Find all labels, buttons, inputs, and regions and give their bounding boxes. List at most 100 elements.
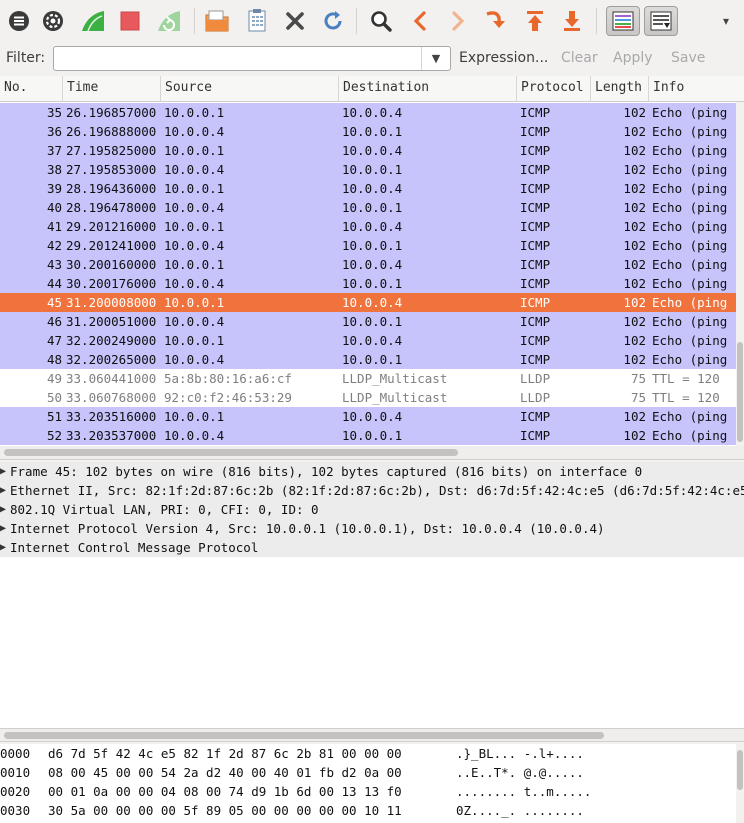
expander-icon[interactable]: ▶ (0, 538, 6, 557)
column-header-time[interactable]: Time (63, 76, 161, 101)
go-to-packet-button[interactable] (481, 6, 511, 36)
table-row[interactable]: 43 30.200160000 10.0.0.1 10.0.0.4 ICMP 102 Ech… (0, 255, 736, 274)
filter-toolbar: Filter: ▼ Expression... Clear Apply Save (0, 42, 744, 74)
cell-source: 10.0.0.4 (164, 200, 225, 215)
packet-bytes-pane[interactable]: 0000 d6 7d 5f 42 4c e5 82 1f 2d 87 6c 2b … (0, 744, 736, 823)
column-header-info[interactable]: Info (649, 76, 744, 101)
table-row-selected[interactable]: 45 31.200008000 10.0.0.1 10.0.0.4 ICMP 102 Ech… (0, 293, 736, 312)
scrollbar-thumb[interactable] (4, 732, 604, 739)
cell-time: 29.201241000 (66, 238, 157, 253)
table-row[interactable]: 40 28.196478000 10.0.0.4 10.0.0.1 ICMP 102 Ech… (0, 198, 736, 217)
expander-icon[interactable]: ▶ (0, 500, 6, 519)
cell-protocol: ICMP (520, 333, 551, 348)
cell-destination: 10.0.0.4 (342, 181, 403, 196)
table-row[interactable]: 41 29.201216000 10.0.0.1 10.0.0.4 ICMP 102 Ech… (0, 217, 736, 236)
table-row[interactable]: 44 30.200176000 10.0.0.4 10.0.0.1 ICMP 102 Ech… (0, 274, 736, 293)
autoscroll-button[interactable] (644, 6, 678, 36)
restart-capture-button[interactable] (154, 6, 184, 36)
autoscroll-icon (650, 11, 672, 31)
scrollbar-thumb[interactable] (737, 342, 743, 442)
hex-bytes: d6 7d 5f 42 4c e5 82 1f 2d 87 6c 2b 81 0… (48, 746, 402, 761)
scrollbar-thumb[interactable] (737, 750, 743, 790)
cell-length: 102 (623, 314, 646, 329)
expander-icon[interactable]: ▶ (0, 519, 6, 538)
capture-options-button[interactable] (38, 6, 68, 36)
clear-button[interactable]: Clear (561, 50, 598, 66)
details-tree-item[interactable]: ▶ 802.1Q Virtual LAN, PRI: 0, CFI: 0, ID:… (0, 500, 744, 519)
table-row[interactable]: 50 33.060768000 92:c0:f2:46:53:29 LLDP_Mult… (0, 388, 736, 407)
column-header-destination[interactable]: Destination (339, 76, 517, 101)
cell-destination: 10.0.0.1 (342, 276, 403, 291)
table-row[interactable]: 49 33.060441000 5a:8b:80:16:a6:cf LLDP_Mult… (0, 369, 736, 388)
column-header-source[interactable]: Source (161, 76, 339, 101)
apply-button[interactable]: Apply (613, 50, 653, 66)
expression-button[interactable]: Expression... (459, 50, 548, 66)
filter-dropdown-button[interactable]: ▼ (421, 47, 450, 70)
cell-protocol: ICMP (520, 352, 551, 367)
cell-info: Echo (ping (652, 162, 728, 177)
chevron-down-icon: ▼ (431, 52, 441, 65)
save-filter-button[interactable]: Save (671, 50, 705, 66)
table-row[interactable]: 52 33.203537000 10.0.0.4 10.0.0.1 ICMP 102 Ech… (0, 426, 736, 445)
cell-time: 33.203537000 (66, 428, 157, 443)
cell-time: 32.200249000 (66, 333, 157, 348)
table-row[interactable]: 51 33.203516000 10.0.0.1 10.0.0.4 ICMP 102 Ech… (0, 407, 736, 426)
cell-time: 26.196888000 (66, 124, 157, 139)
expander-icon[interactable]: ▶ (0, 481, 6, 500)
details-horizontal-scrollbar[interactable] (0, 728, 744, 742)
open-file-button[interactable] (202, 6, 232, 36)
table-row[interactable]: 42 29.201241000 10.0.0.4 10.0.0.1 ICMP 102 Ech… (0, 236, 736, 255)
cell-no: 39 (46, 181, 62, 196)
packet-list-horizontal-scrollbar[interactable] (0, 446, 744, 460)
go-back-button[interactable] (405, 6, 435, 36)
toolbar-overflow-button[interactable]: ▾ (714, 6, 738, 36)
find-packet-button[interactable] (366, 6, 396, 36)
column-header-protocol[interactable]: Protocol (517, 76, 591, 101)
details-tree-item[interactable]: ▶ Ethernet II, Src: 82:1f:2d:87:6c:2b (82… (0, 481, 744, 500)
last-packet-button[interactable] (557, 6, 587, 36)
cell-source: 92:c0:f2:46:53:29 (164, 390, 292, 405)
cell-destination: 10.0.0.1 (342, 238, 403, 253)
hex-dump-row[interactable]: 0000 d6 7d 5f 42 4c e5 82 1f 2d 87 6c 2b … (0, 744, 736, 763)
details-tree-item[interactable]: ▶ Internet Control Message Protocol (0, 538, 744, 557)
column-header-no[interactable]: No. (0, 76, 63, 101)
table-row[interactable]: 47 32.200249000 10.0.0.1 10.0.0.4 ICMP 102 Ech… (0, 331, 736, 350)
details-tree-item[interactable]: ▶ Frame 45: 102 bytes on wire (816 bits),… (0, 462, 744, 481)
save-file-button[interactable] (242, 6, 272, 36)
packet-list-vertical-scrollbar[interactable] (736, 102, 744, 446)
filter-combobox[interactable]: ▼ (53, 46, 451, 71)
cell-destination: 10.0.0.4 (342, 143, 403, 158)
start-capture-button[interactable] (78, 6, 108, 36)
table-row[interactable]: 48 32.200265000 10.0.0.4 10.0.0.1 ICMP 102 Ech… (0, 350, 736, 369)
column-header-length[interactable]: Length (591, 76, 649, 101)
stop-capture-button[interactable] (115, 6, 145, 36)
table-row[interactable]: 36 26.196888000 10.0.0.4 10.0.0.1 ICMP 102 Ech… (0, 122, 736, 141)
cell-no: 48 (46, 352, 62, 367)
filter-input[interactable] (58, 49, 418, 68)
table-row[interactable]: 46 31.200051000 10.0.0.4 10.0.0.1 ICMP 102 Ech… (0, 312, 736, 331)
cell-length: 102 (623, 181, 646, 196)
packet-details-pane[interactable]: ▶ Frame 45: 102 bytes on wire (816 bits),… (0, 462, 744, 728)
packet-list[interactable]: No. Time Source Destination Protocol Len… (0, 76, 744, 446)
bytes-vertical-scrollbar[interactable] (736, 744, 744, 823)
hex-dump-row[interactable]: 0010 08 00 45 00 00 54 2a d2 40 00 40 01 … (0, 763, 736, 782)
first-packet-button[interactable] (520, 6, 550, 36)
table-row[interactable]: 37 27.195825000 10.0.0.1 10.0.0.4 ICMP 102 Ech… (0, 141, 736, 160)
table-row[interactable]: 38 27.195853000 10.0.0.4 10.0.0.1 ICMP 102 Ech… (0, 160, 736, 179)
table-row[interactable]: 39 28.196436000 10.0.0.1 10.0.0.4 ICMP 102 Ech… (0, 179, 736, 198)
interfaces-button[interactable] (4, 6, 34, 36)
go-forward-button[interactable] (443, 6, 473, 36)
expander-icon[interactable]: ▶ (0, 462, 6, 481)
cell-destination: 10.0.0.1 (342, 428, 403, 443)
hex-dump-row[interactable]: 0030 30 5a 00 00 00 00 5f 89 05 00 00 00 … (0, 801, 736, 820)
hex-offset: 0020 (0, 784, 31, 799)
hex-dump-row[interactable]: 0020 00 01 0a 00 00 04 08 00 74 d9 1b 6d … (0, 782, 736, 801)
close-file-button[interactable] (280, 6, 310, 36)
scrollbar-thumb[interactable] (4, 449, 458, 456)
cell-protocol: ICMP (520, 219, 551, 234)
details-tree-item[interactable]: ▶ Internet Protocol Version 4, Src: 10.0.… (0, 519, 744, 538)
table-row[interactable]: 35 26.196857000 10.0.0.1 10.0.0.4 ICMP 102 Ech… (0, 103, 736, 122)
toolbar-separator (596, 8, 597, 34)
reload-button[interactable] (318, 6, 348, 36)
colorize-button[interactable] (606, 6, 640, 36)
